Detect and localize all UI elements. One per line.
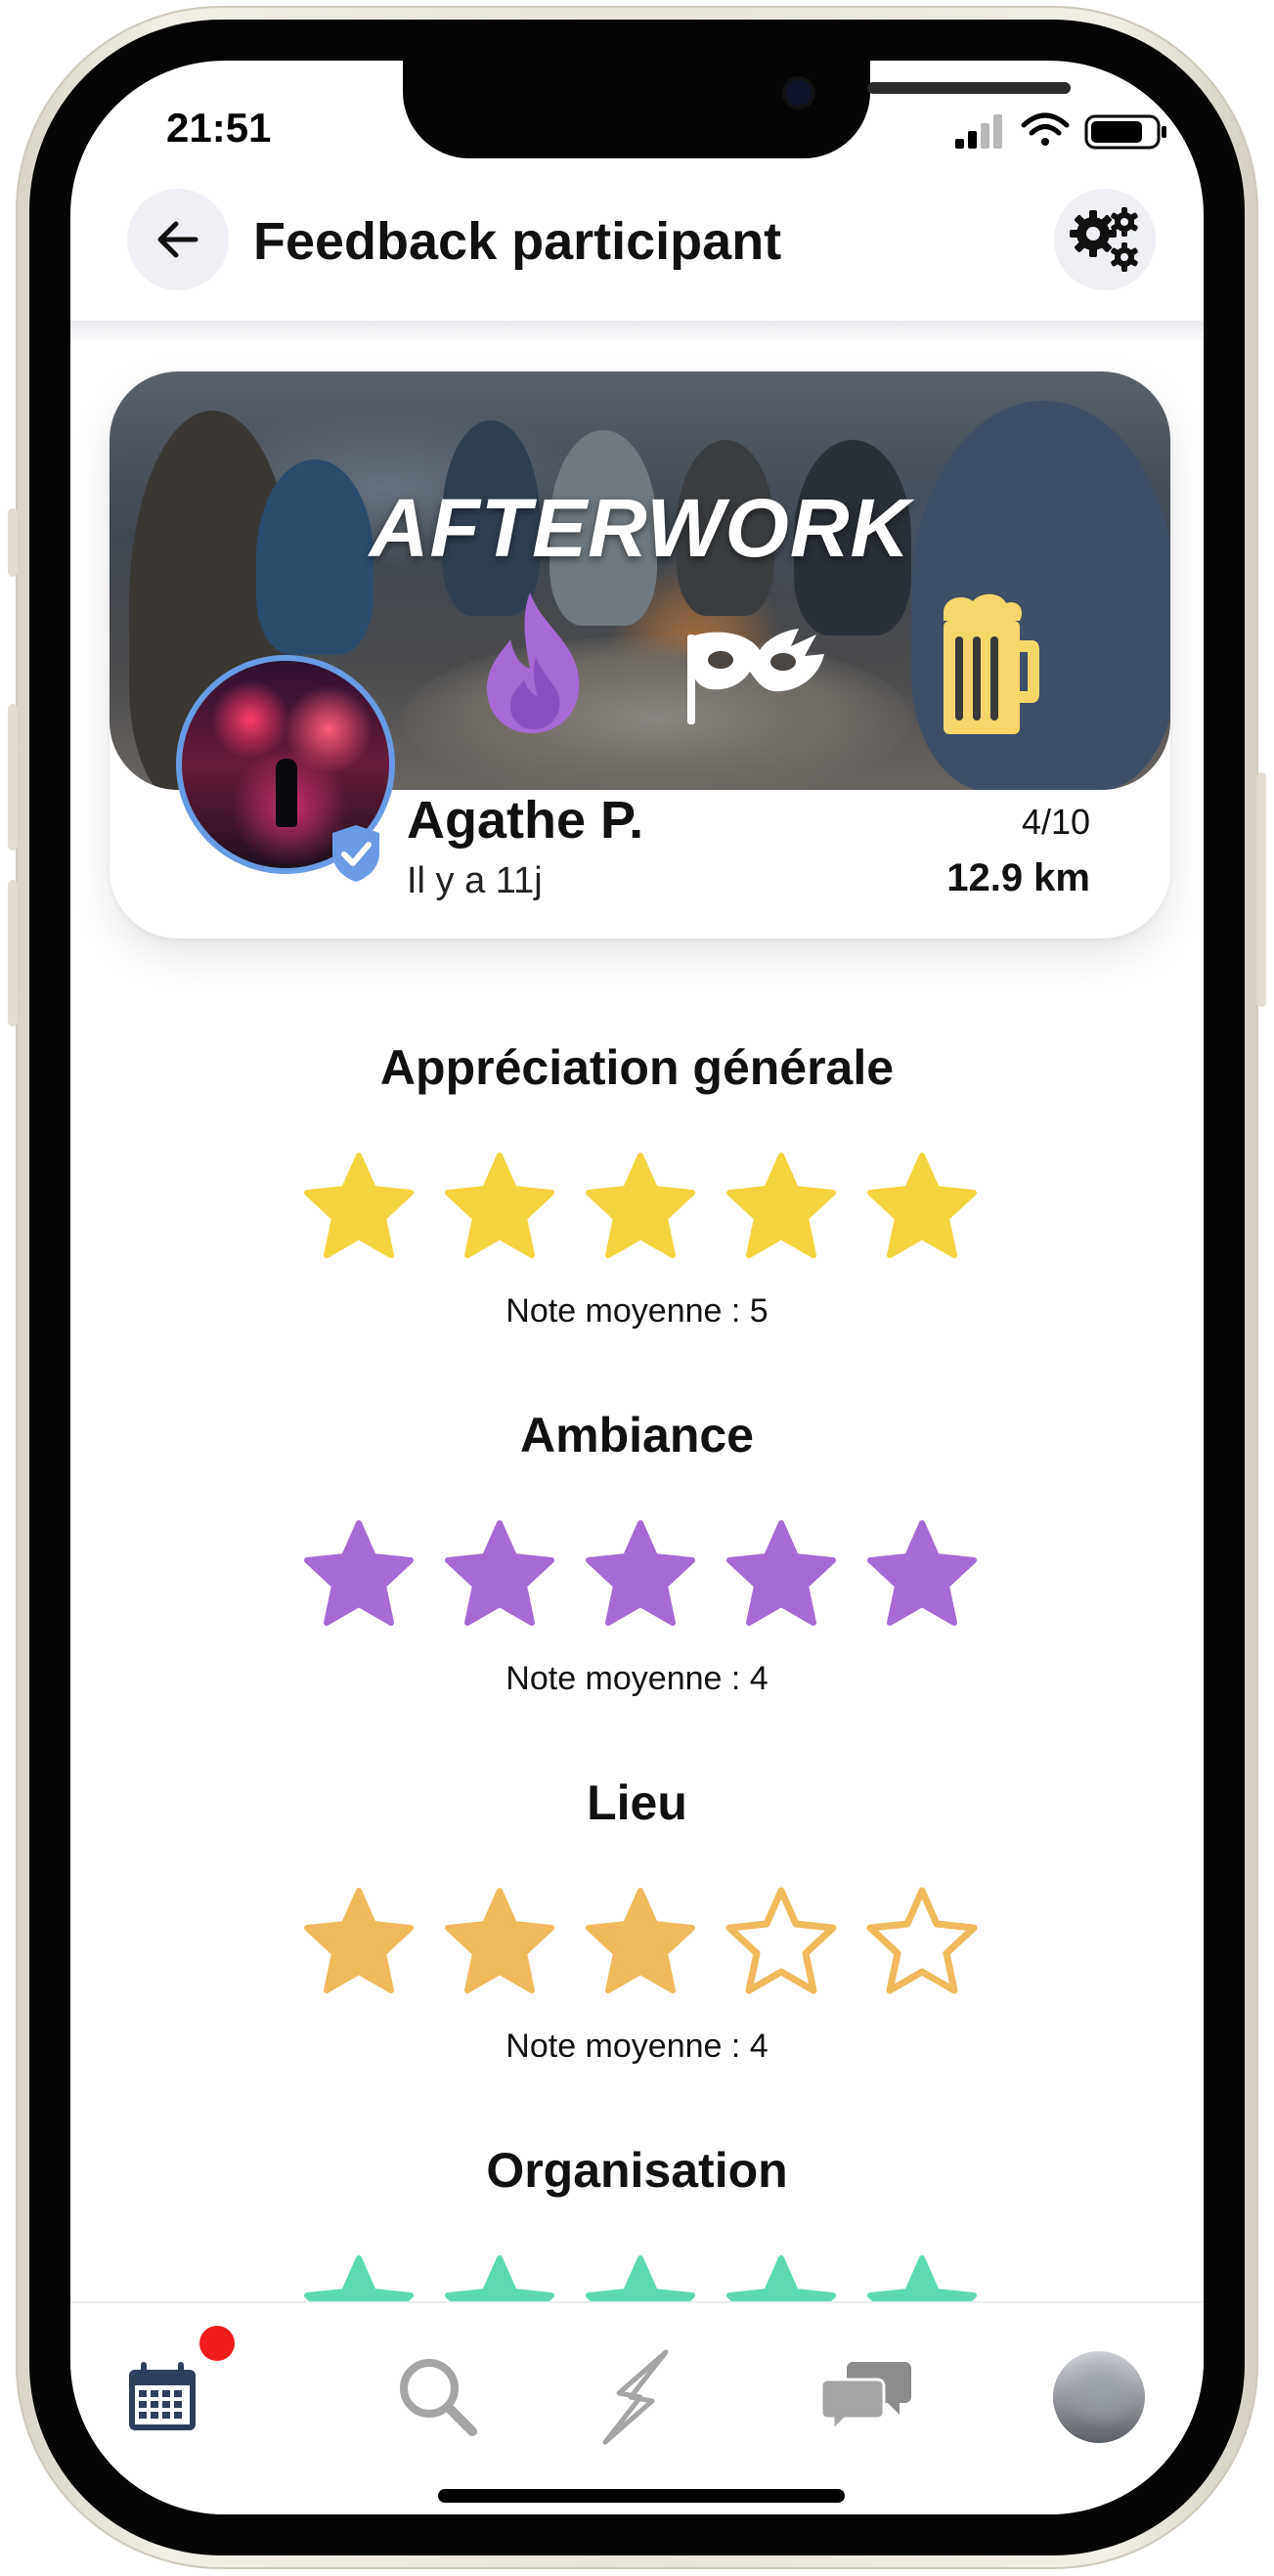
phone-power-button: [1256, 772, 1266, 1007]
participants-count: 4/10: [1021, 802, 1090, 842]
status-icons: [955, 112, 1166, 150]
bottom-nav: [70, 2301, 1204, 2514]
rating-title-lieu: Lieu: [587, 1775, 687, 1830]
header-divider: [70, 321, 1204, 340]
earpiece: [867, 82, 1071, 94]
event-card[interactable]: AFTERWORK Agathe P. Il y a 11j 4/10 12.9…: [110, 371, 1170, 939]
event-title: AFTERWORK: [369, 482, 911, 574]
nav-profile[interactable]: [1052, 2350, 1146, 2444]
distance: 12.9 km: [946, 856, 1090, 899]
battery-icon: [1084, 114, 1166, 150]
rating-title-ambiance: Ambiance: [520, 1408, 754, 1463]
front-camera: [786, 80, 812, 106]
average-lieu: Note moyenne : 4: [505, 2028, 769, 2065]
star-filled-icon[interactable]: [301, 1150, 417, 1261]
stars-ambiance[interactable]: [301, 1517, 977, 1635]
signal-icon: [955, 114, 1002, 149]
stars-lieu[interactable]: [301, 1885, 978, 2002]
status-time: 21:51: [166, 105, 272, 151]
star-filled-icon[interactable]: [442, 1150, 557, 1261]
rating-title-general: Appréciation générale: [379, 1040, 895, 1095]
calendar-icon: [129, 2362, 196, 2430]
star-filled-icon[interactable]: [724, 1150, 839, 1261]
star-empty-icon[interactable]: [864, 1885, 980, 1996]
beer-mug-icon: [944, 593, 1039, 734]
star-filled-icon[interactable]: [864, 1517, 980, 1629]
phone-volume-down: [8, 880, 18, 1026]
notch: [403, 61, 1071, 158]
rating-title-organisation: Organisation: [486, 2143, 788, 2198]
arrow-left-icon: [157, 221, 198, 258]
phone-volume-up: [8, 704, 18, 851]
nav-messages[interactable]: [819, 2350, 913, 2444]
profile-avatar: [1053, 2351, 1145, 2443]
star-filled-icon[interactable]: [583, 1885, 698, 1996]
star-filled-icon[interactable]: [724, 1517, 839, 1629]
stars-general[interactable]: [301, 1150, 977, 1267]
posted-time: Il y a 11j: [407, 860, 543, 901]
nav-calendar[interactable]: [115, 2350, 209, 2444]
wifi-icon: [1021, 112, 1070, 146]
star-empty-icon[interactable]: [724, 1885, 839, 1996]
average-general: Note moyenne : 5: [505, 1292, 769, 1330]
home-indicator: [438, 2489, 845, 2503]
gears-icon: [1070, 207, 1138, 272]
star-filled-icon[interactable]: [583, 1517, 698, 1629]
search-icon: [400, 2359, 477, 2436]
star-filled-icon[interactable]: [864, 1150, 980, 1261]
star-filled-icon[interactable]: [442, 1885, 557, 1996]
phone-mockup: 21:51 Feedback participant AFTERWORK Aga…: [0, 0, 1274, 2576]
chat-icon: [819, 2362, 911, 2434]
nav-activity[interactable]: [589, 2349, 682, 2445]
phone-mute-switch: [8, 508, 18, 577]
star-filled-icon[interactable]: [301, 1885, 417, 1996]
page-title: Feedback participant: [253, 212, 782, 271]
header: Feedback participant: [70, 174, 1204, 321]
app-screen: 21:51 Feedback participant AFTERWORK Aga…: [70, 61, 1204, 2514]
back-button[interactable]: [127, 189, 229, 290]
bolt-icon: [602, 2349, 669, 2445]
notification-badge: [199, 2326, 235, 2361]
settings-button[interactable]: [1054, 189, 1156, 290]
host-name: Agathe P.: [407, 791, 644, 850]
nav-search[interactable]: [391, 2350, 485, 2444]
verified-shield-icon: [332, 825, 379, 882]
party-mask-icon: [687, 629, 824, 724]
flame-icon: [487, 592, 580, 733]
star-filled-icon[interactable]: [442, 1517, 557, 1629]
star-filled-icon[interactable]: [301, 1517, 417, 1629]
star-filled-icon[interactable]: [583, 1150, 698, 1261]
average-ambiance: Note moyenne : 4: [505, 1660, 769, 1697]
